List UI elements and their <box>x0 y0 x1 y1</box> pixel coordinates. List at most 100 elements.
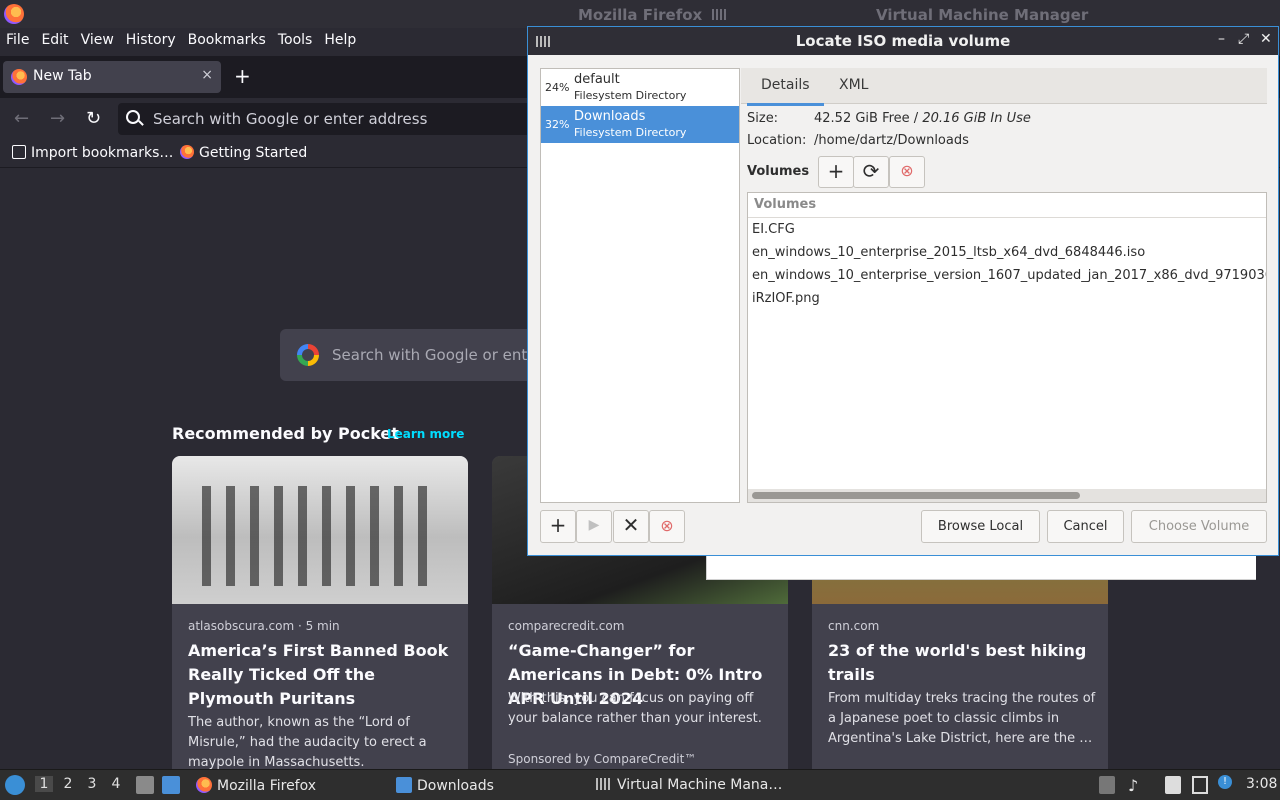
clock[interactable]: 3:08 <box>1246 776 1277 792</box>
close-icon[interactable]: ✕ <box>1260 31 1272 47</box>
menu-history[interactable]: History <box>126 28 176 54</box>
volume-icon[interactable]: ♪ <box>1128 776 1144 795</box>
pocket-learn-more-link[interactable]: Learn more <box>387 427 464 441</box>
taskbar: 1 2 3 4 Mozilla Firefox Downloads Virtua… <box>0 769 1280 800</box>
card-headline: America’s First Banned Book Really Ticke… <box>188 641 449 708</box>
cancel-button[interactable]: Cancel <box>1047 510 1124 543</box>
reload-button[interactable]: ↻ <box>86 108 101 129</box>
location-value: /home/dartz/Downloads <box>814 133 969 148</box>
network-icon[interactable] <box>1192 776 1208 794</box>
scrollbar-thumb[interactable] <box>752 492 1080 499</box>
menu-view[interactable]: View <box>81 28 114 54</box>
workspace-4[interactable]: 4 <box>107 776 125 792</box>
pool-name: Downloads <box>574 109 646 124</box>
dialog-titlebar: Locate ISO media volume – ⤢ ✕ <box>528 27 1278 55</box>
task-downloads[interactable]: Downloads <box>396 777 494 794</box>
workspace-1[interactable]: 1 <box>35 776 53 792</box>
url-placeholder: Search with Google or enter address <box>153 110 428 128</box>
firefox-icon <box>4 4 24 24</box>
menu-bookmarks[interactable]: Bookmarks <box>188 28 266 54</box>
task-label: Downloads <box>417 778 494 794</box>
start-pool-button[interactable]: ▶ <box>576 510 612 543</box>
vmm-icon <box>596 778 612 790</box>
card-source: cnn.com <box>828 619 880 633</box>
folder-icon <box>396 777 412 793</box>
tab-xml[interactable]: XML <box>839 77 868 93</box>
eject-icon[interactable] <box>1099 776 1115 794</box>
start-menu-icon[interactable] <box>5 775 25 795</box>
pocket-card[interactable]: atlasobscura.com · 5 min America’s First… <box>172 456 468 786</box>
menu-tools[interactable]: Tools <box>278 28 313 54</box>
card-excerpt: The author, known as the “Lord of Misrul… <box>188 715 427 770</box>
card-source: atlasobscura.com · 5 min <box>188 619 340 633</box>
menu-file[interactable]: File <box>6 28 29 54</box>
file-manager-icon[interactable] <box>136 776 154 794</box>
show-desktop-icon[interactable] <box>162 776 180 794</box>
bookmark-getting-started-label: Getting Started <box>199 145 308 161</box>
locate-iso-dialog: Locate ISO media volume – ⤢ ✕ 24% defaul… <box>527 26 1279 556</box>
location-label: Location: <box>747 133 807 148</box>
url-bar[interactable]: Search with Google or enter address <box>118 103 538 135</box>
table-row[interactable]: EI.CFG <box>752 222 795 237</box>
browse-local-button[interactable]: Browse Local <box>921 510 1040 543</box>
task-label: Mozilla Firefox <box>217 778 317 794</box>
pool-type: Filesystem Directory <box>574 126 687 139</box>
update-notification-icon[interactable]: ! <box>1218 775 1232 789</box>
delete-pool-button[interactable]: ⊗ <box>649 510 685 543</box>
pool-name: default <box>574 72 620 87</box>
add-volume-button[interactable]: + <box>818 156 854 188</box>
size-used: 20.16 GiB In Use <box>922 111 1031 126</box>
choose-volume-button[interactable]: Choose Volume <box>1131 510 1267 543</box>
task-firefox[interactable]: Mozilla Firefox <box>196 777 316 794</box>
card-excerpt: From multiday treks tracing the routes o… <box>828 691 1096 746</box>
google-icon <box>297 344 319 366</box>
back-button[interactable]: ← <box>14 108 29 129</box>
bookmark-import[interactable]: Import bookmarks… <box>12 145 173 161</box>
menu-edit[interactable]: Edit <box>41 28 68 54</box>
firefox-icon <box>180 145 194 159</box>
tab-new-tab[interactable]: New Tab × <box>3 61 221 93</box>
vmm-window-title: Virtual Machine Manager <box>876 6 1089 24</box>
menu-help[interactable]: Help <box>324 28 356 54</box>
volumes-table: Volumes EI.CFG en_windows_10_enterprise_… <box>747 192 1267 503</box>
add-pool-button[interactable]: + <box>540 510 576 543</box>
background-window-panel <box>706 556 1256 580</box>
minimize-icon[interactable]: – <box>1218 31 1225 47</box>
forward-button[interactable]: → <box>50 108 65 129</box>
new-tab-button[interactable]: + <box>234 64 251 88</box>
tab-details[interactable]: Details <box>747 77 823 106</box>
card-source: comparecredit.com <box>508 619 625 633</box>
refresh-volumes-button[interactable]: ⟳ <box>853 156 889 188</box>
task-label: Virtual Machine Mana… <box>617 777 783 793</box>
clipboard-icon[interactable] <box>1165 776 1181 794</box>
task-vmm[interactable]: Virtual Machine Mana… <box>596 777 782 793</box>
search-icon <box>126 110 140 124</box>
pool-item-downloads[interactable]: 32% Downloads Filesystem Directory <box>541 106 739 143</box>
firefox-window-title: Mozilla Firefox <box>578 6 703 24</box>
table-row[interactable]: iRzIOF.png <box>752 291 820 306</box>
card-headline: 23 of the world's best hiking trails <box>828 641 1087 684</box>
size-label: Size: <box>747 111 779 126</box>
close-tab-icon[interactable]: × <box>201 67 213 83</box>
pool-usage: 32% <box>545 118 570 131</box>
storage-pool-list: 24% default Filesystem Directory 32% Dow… <box>540 68 740 503</box>
newtab-search-box[interactable]: Search with Google or enter address <box>280 329 606 381</box>
delete-volume-button[interactable]: ⊗ <box>889 156 925 188</box>
tab-label: New Tab <box>33 68 92 84</box>
workspace-2[interactable]: 2 <box>59 776 77 792</box>
details-tabs: Details XML <box>741 68 1267 106</box>
import-icon <box>12 145 26 159</box>
bookmark-getting-started[interactable]: Getting Started <box>180 145 307 161</box>
pool-item-default[interactable]: 24% default Filesystem Directory <box>541 69 739 106</box>
table-row[interactable]: en_windows_10_enterprise_version_1607_up… <box>752 268 1266 283</box>
card-image <box>172 456 468 604</box>
table-row[interactable]: en_windows_10_enterprise_2015_ltsb_x64_d… <box>752 245 1145 260</box>
firefox-icon <box>196 777 212 793</box>
stop-pool-button[interactable]: ✕ <box>613 510 649 543</box>
workspace-3[interactable]: 3 <box>83 776 101 792</box>
size-free: 42.52 GiB Free / <box>814 111 919 126</box>
horizontal-scrollbar[interactable] <box>748 489 1266 502</box>
firefox-icon <box>11 69 27 85</box>
maximize-icon[interactable]: ⤢ <box>1238 31 1249 47</box>
volumes-column-header[interactable]: Volumes <box>748 193 1266 218</box>
